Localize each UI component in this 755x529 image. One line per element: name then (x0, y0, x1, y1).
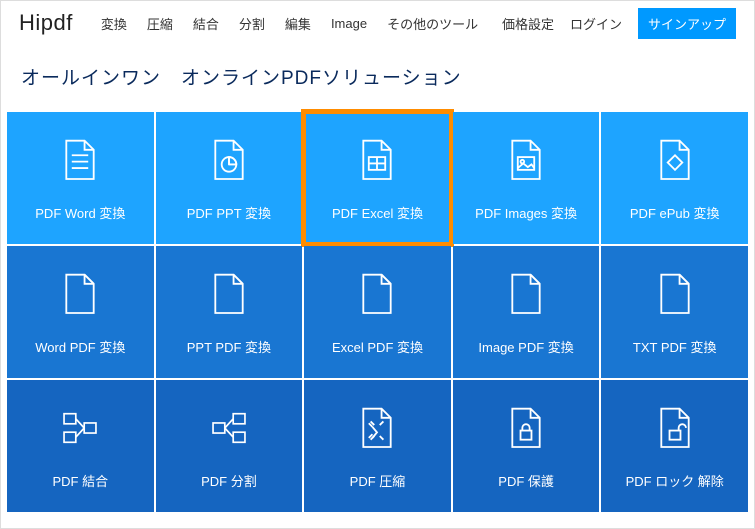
file-corner-icon (654, 269, 696, 319)
tile-label: PDF 圧縮 (350, 471, 406, 490)
tile-label: Image PDF 変換 (478, 337, 573, 356)
nav: 変換 圧縮 結合 分割 編集 Image その他のツール (101, 14, 478, 33)
tile-label: PDF Images 変換 (475, 203, 577, 222)
tile-1[interactable]: PDF PPT 変換 (156, 112, 303, 244)
pricing-link[interactable]: 価格設定 (502, 14, 554, 33)
tile-8[interactable]: Image PDF 変換 (453, 246, 600, 378)
tile-2[interactable]: PDF Excel 変換 (304, 112, 451, 244)
unlock-icon (654, 403, 696, 453)
tile-label: PDF ロック 解除 (626, 471, 724, 490)
tile-13[interactable]: PDF 保護 (453, 380, 600, 512)
signup-button[interactable]: サインアップ (638, 8, 736, 39)
doc-diamond-icon (654, 135, 696, 185)
tile-4[interactable]: PDF ePub 変換 (601, 112, 748, 244)
tile-6[interactable]: PPT PDF 変換 (156, 246, 303, 378)
tile-label: Word PDF 変換 (35, 337, 125, 356)
split-icon (208, 403, 250, 453)
tile-label: TXT PDF 変換 (633, 337, 717, 356)
tile-label: PPT PDF 変換 (187, 337, 271, 356)
doc-image-icon (505, 135, 547, 185)
tile-9[interactable]: TXT PDF 変換 (601, 246, 748, 378)
tile-5[interactable]: Word PDF 変換 (7, 246, 154, 378)
tile-3[interactable]: PDF Images 変換 (453, 112, 600, 244)
nav-split[interactable]: 分割 (239, 14, 265, 33)
doc-lines-icon (59, 135, 101, 185)
nav-other[interactable]: その他のツール (387, 14, 478, 33)
tile-7[interactable]: Excel PDF 変換 (304, 246, 451, 378)
file-corner-icon (208, 269, 250, 319)
login-link[interactable]: ログイン (570, 14, 622, 33)
page-title: オールインワン オンラインPDFソリューション (1, 45, 754, 112)
doc-grid-icon (356, 135, 398, 185)
tile-12[interactable]: PDF 圧縮 (304, 380, 451, 512)
tile-label: PDF PPT 変換 (187, 203, 271, 222)
tile-label: PDF 結合 (52, 471, 108, 490)
nav-edit[interactable]: 編集 (285, 14, 311, 33)
tools-grid: PDF Word 変換 PDF PPT 変換 PDF Excel 変換 PDF Ima… (1, 112, 754, 520)
tile-label: PDF Word 変換 (35, 203, 125, 222)
tile-label: PDF 分割 (201, 471, 257, 490)
doc-pie-icon (208, 135, 250, 185)
tile-label: PDF ePub 変換 (630, 203, 720, 222)
nav-image[interactable]: Image (331, 16, 367, 31)
merge-icon (59, 403, 101, 453)
file-corner-icon (505, 269, 547, 319)
compress-icon (356, 403, 398, 453)
tile-10[interactable]: PDF 結合 (7, 380, 154, 512)
nav-compress[interactable]: 圧縮 (147, 14, 173, 33)
tile-14[interactable]: PDF ロック 解除 (601, 380, 748, 512)
file-corner-icon (59, 269, 101, 319)
header: Hipdf 変換 圧縮 結合 分割 編集 Image その他のツール 価格設定 … (1, 1, 754, 45)
nav-merge[interactable]: 結合 (193, 14, 219, 33)
tile-label: PDF Excel 変換 (332, 203, 423, 222)
logo[interactable]: Hipdf (19, 10, 73, 36)
tile-11[interactable]: PDF 分割 (156, 380, 303, 512)
lock-icon (505, 403, 547, 453)
file-corner-icon (356, 269, 398, 319)
tile-label: PDF 保護 (498, 471, 554, 490)
nav-convert[interactable]: 変換 (101, 14, 127, 33)
right-nav: 価格設定 ログイン サインアップ (502, 8, 736, 39)
tile-label: Excel PDF 変換 (332, 337, 423, 356)
tile-0[interactable]: PDF Word 変換 (7, 112, 154, 244)
